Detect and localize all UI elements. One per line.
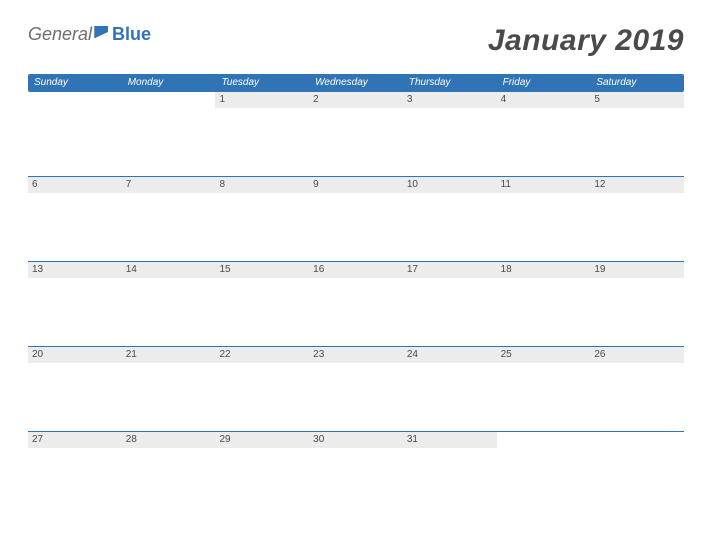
day-header-tuesday: Tuesday	[215, 74, 309, 92]
day-number: 18	[497, 262, 591, 278]
week-row: 13141516171819	[28, 262, 684, 347]
day-cell: 5	[590, 92, 684, 176]
day-number: 6	[28, 177, 122, 193]
day-cell: 17	[403, 262, 497, 346]
day-cell: 15	[215, 262, 309, 346]
day-cell: 12	[590, 177, 684, 261]
day-number: 4	[497, 92, 591, 108]
day-number: 13	[28, 262, 122, 278]
day-cell: 1	[215, 92, 309, 176]
day-cell	[590, 432, 684, 517]
day-header-wednesday: Wednesday	[309, 74, 403, 92]
day-cell: 20	[28, 347, 122, 431]
day-number: 24	[403, 347, 497, 363]
day-number: 29	[215, 432, 309, 448]
day-cell: 30	[309, 432, 403, 517]
week-row: 6789101112	[28, 177, 684, 262]
day-cell: 18	[497, 262, 591, 346]
day-cell: 21	[122, 347, 216, 431]
day-cell: 8	[215, 177, 309, 261]
day-header-saturday: Saturday	[590, 74, 684, 92]
day-number: 11	[497, 177, 591, 193]
day-number: 10	[403, 177, 497, 193]
day-header-friday: Friday	[497, 74, 591, 92]
day-number: 23	[309, 347, 403, 363]
day-number: 25	[497, 347, 591, 363]
day-number: 20	[28, 347, 122, 363]
day-number: 8	[215, 177, 309, 193]
day-number: 1	[215, 92, 309, 108]
day-number: 27	[28, 432, 122, 448]
day-number: 26	[590, 347, 684, 363]
day-number: 15	[215, 262, 309, 278]
day-number: 9	[309, 177, 403, 193]
day-number: 14	[122, 262, 216, 278]
day-number: 16	[309, 262, 403, 278]
day-cell: 19	[590, 262, 684, 346]
day-cell: 31	[403, 432, 497, 517]
day-cell: 23	[309, 347, 403, 431]
day-header-thursday: Thursday	[403, 74, 497, 92]
calendar-grid: Sunday Monday Tuesday Wednesday Thursday…	[28, 74, 684, 517]
logo-text-blue: Blue	[112, 24, 151, 45]
day-cell: 7	[122, 177, 216, 261]
day-number	[28, 92, 122, 108]
day-cell: 2	[309, 92, 403, 176]
day-number	[590, 432, 684, 448]
day-cell: 9	[309, 177, 403, 261]
day-number: 28	[122, 432, 216, 448]
day-number: 2	[309, 92, 403, 108]
logo: General Blue	[28, 24, 151, 45]
weeks-container: 1234567891011121314151617181920212223242…	[28, 92, 684, 517]
day-cell: 28	[122, 432, 216, 517]
day-number: 21	[122, 347, 216, 363]
day-number: 17	[403, 262, 497, 278]
day-cell: 6	[28, 177, 122, 261]
day-cell: 25	[497, 347, 591, 431]
day-cell: 29	[215, 432, 309, 517]
day-number: 30	[309, 432, 403, 448]
day-number	[497, 432, 591, 448]
logo-text-general: General	[28, 24, 92, 45]
flag-icon	[94, 25, 110, 44]
day-number: 19	[590, 262, 684, 278]
day-cell: 3	[403, 92, 497, 176]
day-cell	[28, 92, 122, 176]
day-cell	[497, 432, 591, 517]
day-cell: 26	[590, 347, 684, 431]
week-row: 2728293031	[28, 432, 684, 517]
day-number: 12	[590, 177, 684, 193]
day-cell	[122, 92, 216, 176]
day-cell: 13	[28, 262, 122, 346]
day-cell: 22	[215, 347, 309, 431]
day-header-sunday: Sunday	[28, 74, 122, 92]
day-header-monday: Monday	[122, 74, 216, 92]
day-cell: 16	[309, 262, 403, 346]
day-header-row: Sunday Monday Tuesday Wednesday Thursday…	[28, 74, 684, 92]
week-row: 12345	[28, 92, 684, 177]
day-number: 31	[403, 432, 497, 448]
day-cell: 10	[403, 177, 497, 261]
day-number: 22	[215, 347, 309, 363]
day-cell: 27	[28, 432, 122, 517]
day-number: 5	[590, 92, 684, 108]
day-number	[122, 92, 216, 108]
day-cell: 14	[122, 262, 216, 346]
day-number: 7	[122, 177, 216, 193]
day-cell: 24	[403, 347, 497, 431]
day-number: 3	[403, 92, 497, 108]
day-cell: 4	[497, 92, 591, 176]
header: General Blue January 2019	[28, 24, 684, 58]
week-row: 20212223242526	[28, 347, 684, 432]
page-title: January 2019	[488, 24, 684, 58]
calendar-page: General Blue January 2019 Sunday Monday …	[0, 0, 712, 541]
day-cell: 11	[497, 177, 591, 261]
